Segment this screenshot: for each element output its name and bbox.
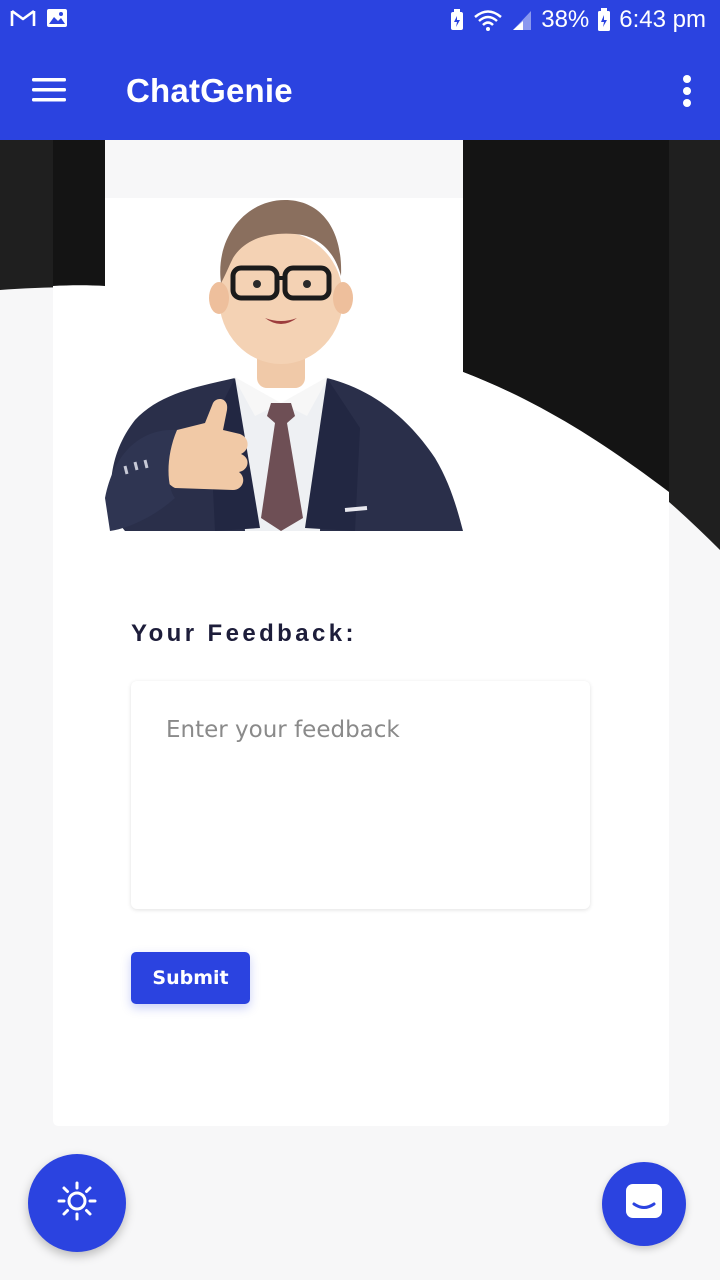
- status-bar: 38% 6:43 pm: [0, 0, 720, 40]
- chat-icon: [624, 1182, 664, 1227]
- app-title: ChatGenie: [126, 72, 293, 109]
- signal-icon: [511, 9, 533, 31]
- app-bar: ChatGenie: [0, 40, 720, 140]
- clock: 6:43 pm: [619, 6, 706, 33]
- gmail-icon: [10, 8, 36, 28]
- notification-icons: [10, 8, 68, 28]
- chat-launcher-button[interactable]: [602, 1162, 686, 1246]
- theme-toggle-button[interactable]: [28, 1154, 126, 1252]
- feedback-field-container: [131, 681, 590, 909]
- wifi-icon: [473, 8, 503, 32]
- system-status: 38% 6:43 pm: [449, 6, 706, 34]
- battery-percent: 38%: [541, 6, 590, 33]
- submit-button[interactable]: Submit: [131, 952, 250, 1004]
- gallery-icon: [46, 8, 68, 28]
- hero-illustration: [105, 198, 463, 531]
- battery-saver-icon: [449, 8, 465, 32]
- hamburger-menu-icon[interactable]: [32, 76, 68, 104]
- sun-icon: [57, 1181, 97, 1226]
- feedback-textarea[interactable]: [131, 681, 590, 909]
- more-vertical-icon[interactable]: [682, 74, 692, 108]
- feedback-label: Your Feedback:: [131, 620, 357, 647]
- battery-icon: [597, 8, 611, 32]
